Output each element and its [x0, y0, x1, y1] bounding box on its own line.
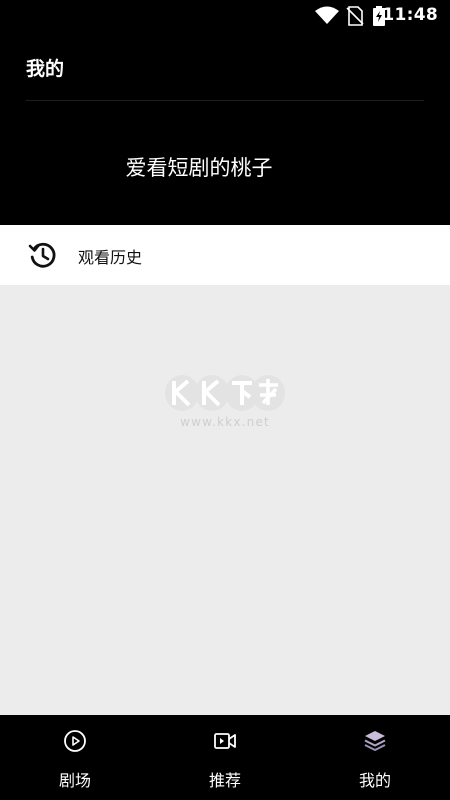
watermark-logo: [165, 375, 285, 411]
status-time: 11:48: [382, 5, 438, 25]
bottom-nav: 剧场 推荐 我的: [0, 715, 450, 800]
watch-history-label: 观看历史: [78, 248, 143, 267]
video-camera-icon: [214, 733, 236, 749]
nav-label-mine: 我的: [358, 771, 391, 790]
no-sim-icon: [346, 6, 364, 26]
nav-item-mine[interactable]: 我的: [300, 715, 450, 800]
watermark-url: www.kkx.net: [180, 415, 270, 429]
nav-item-theater[interactable]: 剧场: [0, 715, 150, 800]
username[interactable]: 爱看短剧的桃子: [0, 152, 398, 182]
profile-header: 我的 爱看短剧的桃子: [0, 32, 450, 225]
header-divider: [26, 100, 424, 101]
content-area: www.kkx.net: [0, 285, 450, 715]
watch-history-item[interactable]: 观看历史: [0, 225, 450, 285]
nav-label-theater: 剧场: [58, 771, 91, 790]
layers-icon: [364, 731, 386, 751]
nav-item-recommend[interactable]: 推荐: [150, 715, 300, 800]
history-icon: [28, 242, 56, 268]
status-bar: 11:48: [0, 0, 450, 32]
play-circle-icon: [64, 730, 86, 752]
wifi-icon: [315, 6, 339, 24]
nav-label-recommend: 推荐: [208, 771, 241, 790]
page-title: 我的: [26, 58, 65, 80]
